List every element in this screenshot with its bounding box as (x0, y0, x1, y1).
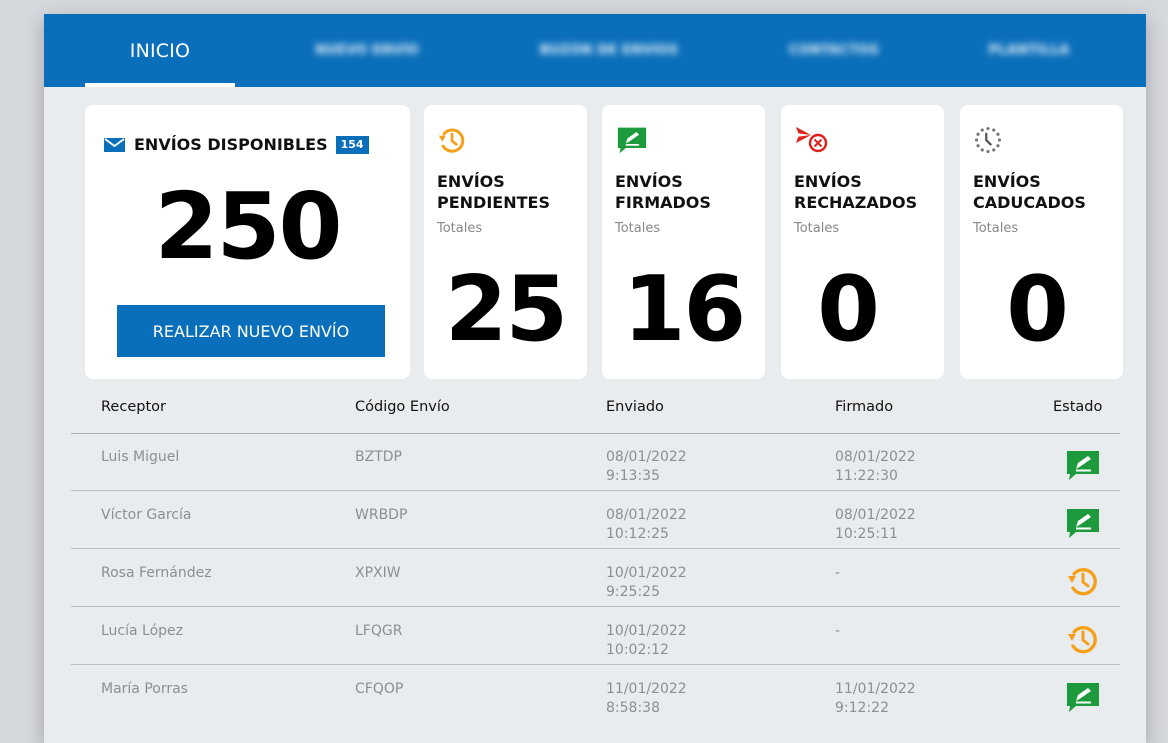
pending-clock-icon (1064, 622, 1102, 656)
rejected-sends-subtitle: Totales (794, 221, 840, 236)
rejected-sends-card: ENVÍOS RECHAZADOS Totales 0 (781, 105, 944, 379)
mail-icon (104, 137, 125, 152)
table-row[interactable]: Luis Miguel BZTDP 08/01/2022 9:13:35 08/0… (71, 434, 1120, 491)
header-estado: Estado (1053, 399, 1103, 415)
pending-clock-icon (1064, 564, 1102, 598)
signed-icon (1064, 680, 1102, 714)
rejected-sends-title: ENVÍOS RECHAZADOS (794, 172, 918, 212)
cell-enviado: 11/01/2022 8:58:38 (606, 681, 687, 716)
available-sends-header: ENVÍOS DISPONIBLES 154 (104, 135, 369, 154)
cell-receptor: María Porras (101, 681, 188, 697)
cell-firmado: - (835, 623, 841, 639)
expired-sends-title: ENVÍOS CADUCADOS (973, 172, 1086, 212)
cell-firmado: - (835, 565, 841, 581)
header-receptor: Receptor (101, 399, 166, 415)
signed-icon (615, 125, 649, 155)
app-window: INICIO NUEVO ENVÍO BUZÓN DE ENVÍOS CONTA… (44, 14, 1146, 743)
cell-enviado: 10/01/2022 10:02:12 (606, 623, 687, 658)
available-sends-card: ENVÍOS DISPONIBLES 154 250 REALIZAR NUEV… (85, 105, 410, 379)
signed-sends-count: 16 (622, 257, 746, 362)
sends-table-header: Receptor Código Envío Enviado Firmado Es… (71, 394, 1120, 434)
rejected-icon (794, 123, 830, 157)
cell-codigo: CFQOP (355, 681, 404, 697)
tab-nuevo-envio[interactable]: NUEVO ENVÍO (292, 14, 442, 87)
cell-firmado: 11/01/2022 9:12:22 (835, 681, 916, 716)
pending-sends-count: 25 (444, 257, 568, 362)
cell-receptor: Rosa Fernández (101, 565, 212, 581)
header-enviado: Enviado (606, 399, 664, 415)
cell-firmado: 08/01/2022 11:22:30 (835, 449, 916, 484)
tab-contactos[interactable]: CONTACTOS (754, 14, 914, 87)
cell-codigo: XPXIW (355, 565, 401, 581)
cell-receptor: Luis Miguel (101, 449, 180, 465)
available-sends-title: ENVÍOS DISPONIBLES (134, 135, 328, 154)
cell-enviado: 08/01/2022 9:13:35 (606, 449, 687, 484)
available-total: 250 (154, 173, 342, 280)
new-send-button[interactable]: REALIZAR NUEVO ENVÍO (117, 305, 385, 357)
signed-icon (1064, 506, 1102, 540)
header-firmado: Firmado (835, 399, 894, 415)
cell-enviado: 08/01/2022 10:12:25 (606, 507, 687, 542)
cell-codigo: WRBDP (355, 507, 408, 523)
signed-sends-subtitle: Totales (615, 221, 661, 236)
tab-inicio[interactable]: INICIO (85, 14, 235, 87)
pending-sends-title: ENVÍOS PENDIENTES (437, 172, 550, 212)
top-navigation: INICIO NUEVO ENVÍO BUZÓN DE ENVÍOS CONTA… (44, 14, 1146, 87)
table-row[interactable]: Víctor García WRBDP 08/01/2022 10:12:25 0… (71, 492, 1120, 549)
available-count-badge: 154 (335, 135, 369, 154)
signed-icon (1064, 448, 1102, 482)
table-row[interactable]: Lucía López LFQGR 10/01/2022 10:02:12 - (71, 608, 1120, 665)
pending-sends-subtitle: Totales (437, 221, 483, 236)
signed-sends-card: ENVÍOS FIRMADOS Totales 16 (602, 105, 765, 379)
expired-clock-icon (973, 125, 1003, 155)
cell-receptor: Víctor García (101, 507, 192, 523)
cell-receptor: Lucía López (101, 623, 184, 639)
header-codigo-envio: Código Envío (355, 399, 450, 415)
rejected-sends-count: 0 (817, 257, 880, 362)
table-row[interactable]: María Porras CFQOP 11/01/2022 8:58:38 11/… (71, 666, 1120, 723)
expired-sends-subtitle: Totales (973, 221, 1019, 236)
cell-enviado: 10/01/2022 9:25:25 (606, 565, 687, 600)
cell-codigo: LFQGR (355, 623, 403, 639)
tab-buzon-de-envios[interactable]: BUZÓN DE ENVÍOS (509, 14, 709, 87)
tab-plantilla[interactable]: PLANTILLA (959, 14, 1099, 87)
cell-firmado: 08/01/2022 10:25:11 (835, 507, 916, 542)
cell-codigo: BZTDP (355, 449, 402, 465)
pending-clock-icon (437, 125, 467, 155)
signed-sends-title: ENVÍOS FIRMADOS (615, 172, 711, 212)
table-row[interactable]: Rosa Fernández XPXIW 10/01/2022 9:25:25 - (71, 550, 1120, 607)
pending-sends-card: ENVÍOS PENDIENTES Totales 25 (424, 105, 587, 379)
expired-sends-count: 0 (1006, 257, 1069, 362)
expired-sends-card: ENVÍOS CADUCADOS Totales 0 (960, 105, 1123, 379)
